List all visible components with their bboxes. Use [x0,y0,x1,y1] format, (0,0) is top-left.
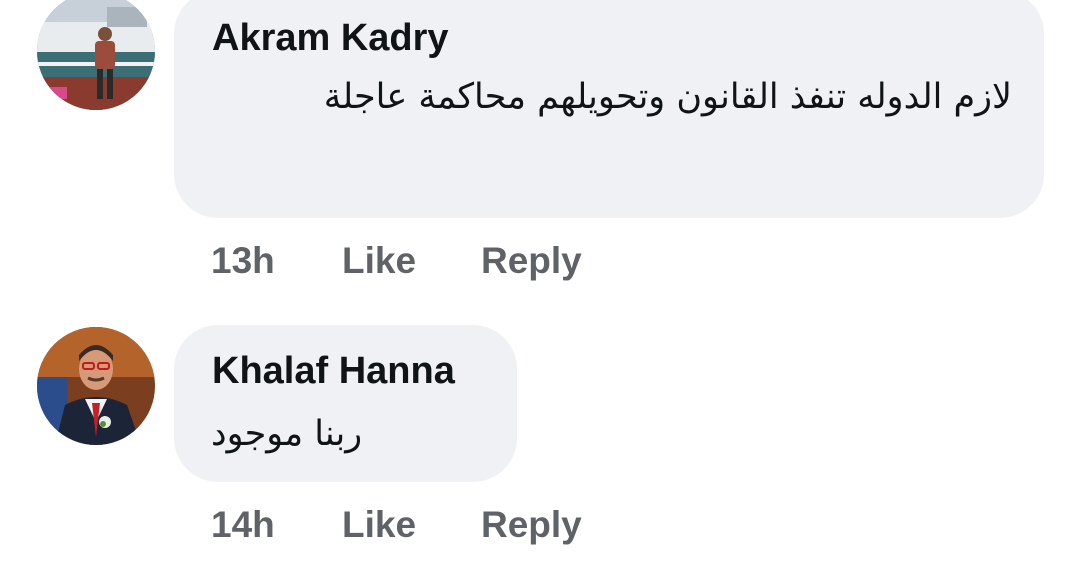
reply-button[interactable]: Reply [481,504,582,546]
like-button[interactable]: Like [342,240,416,282]
comment-author[interactable]: Akram Kadry [212,17,449,60]
reply-button[interactable]: Reply [481,240,582,282]
comment-timestamp[interactable]: 14h [211,504,275,546]
comment-author[interactable]: Khalaf Hanna [212,350,455,393]
avatar[interactable] [37,0,155,110]
comment-bubble: Akram Kadry لازم الدوله تنفذ القانون وتح… [174,0,1044,218]
profile-photo-icon [37,0,155,110]
comment-text: ربنا موجود [211,414,363,454]
comment-text: لازم الدوله تنفذ القانون وتحويلهم محاكمة… [323,77,1012,117]
avatar[interactable] [37,327,155,445]
comment-bubble: Khalaf Hanna ربنا موجود [174,325,517,482]
profile-photo-icon [37,327,155,445]
comment-timestamp[interactable]: 13h [211,240,275,282]
like-button[interactable]: Like [342,504,416,546]
